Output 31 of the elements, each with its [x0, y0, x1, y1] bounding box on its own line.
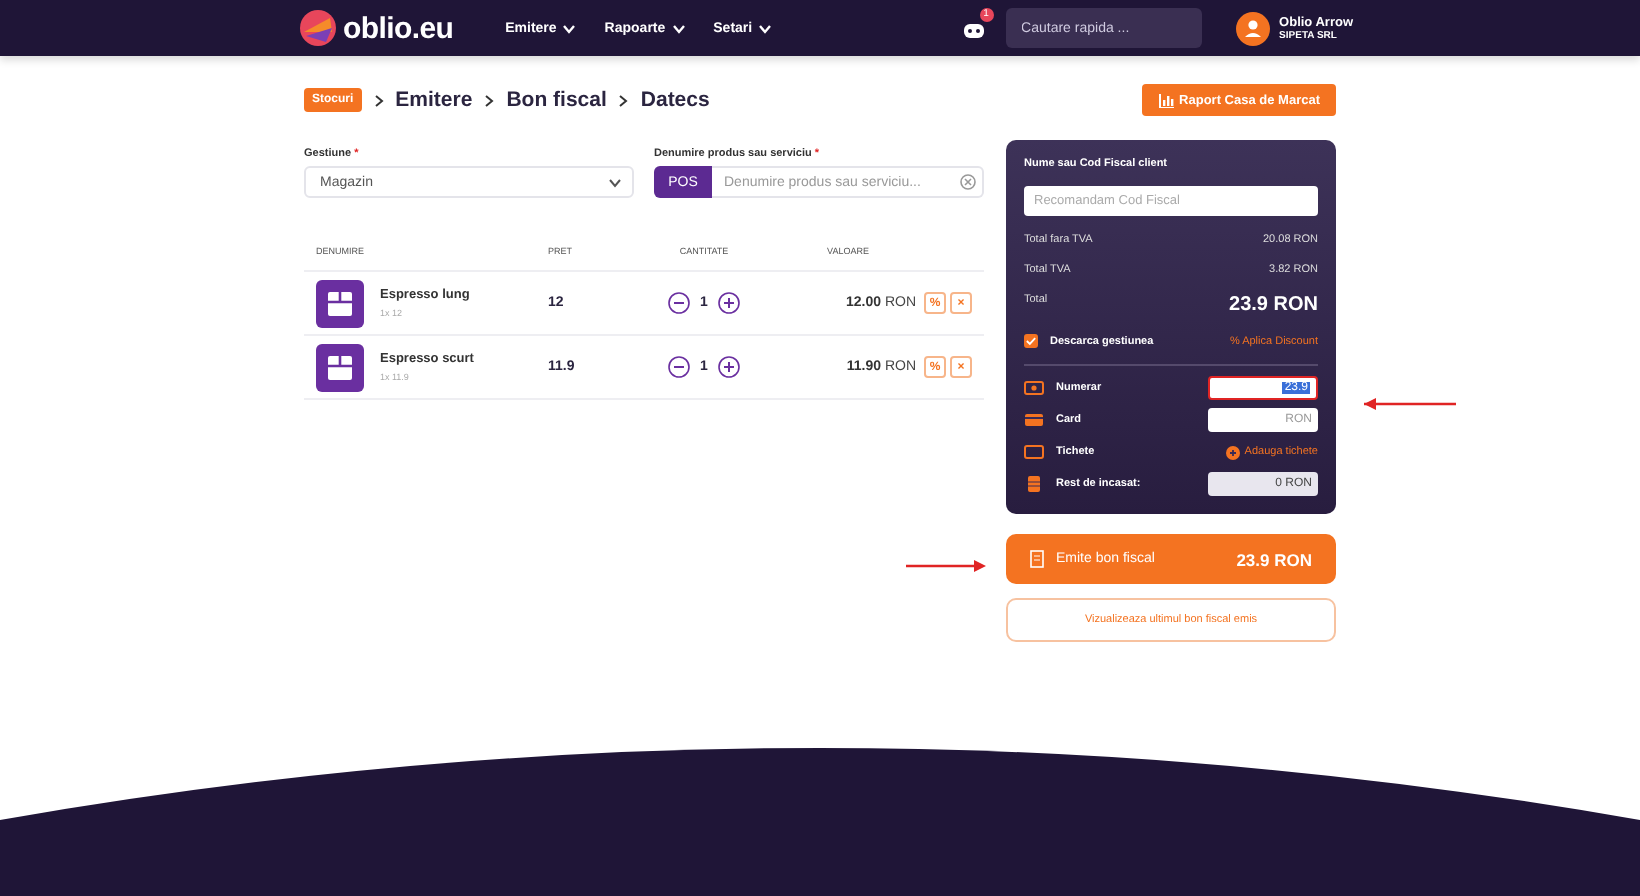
minus-icon: [668, 292, 691, 314]
coins-icon: [1024, 476, 1044, 492]
receipt-icon: [1030, 550, 1044, 568]
breadcrumb-item[interactable]: Emitere: [395, 88, 473, 112]
chevron-right-icon: [373, 93, 384, 107]
plus-icon: [717, 356, 740, 378]
chevron-right-icon: [484, 93, 495, 107]
chevron-down-icon: [671, 23, 686, 33]
breadcrumb-item[interactable]: Datecs: [640, 88, 710, 112]
bar-chart-icon: [1157, 93, 1174, 107]
minus-icon: [668, 356, 691, 378]
plus-circle-icon: [1226, 445, 1241, 459]
logo-icon: [297, 8, 337, 48]
chevron-down-icon: [608, 177, 622, 187]
chevron-down-icon: [562, 23, 577, 33]
total-value: 23.9 RON: [1229, 294, 1318, 316]
arrow: [906, 558, 986, 574]
avatar-icon: [1235, 11, 1270, 45]
cash-icon: [1024, 380, 1044, 396]
breadcrumb-item[interactable]: Bon fiscal: [506, 88, 607, 112]
check-icon: [1026, 336, 1036, 346]
clear-icon: [960, 174, 976, 190]
plus-icon: [717, 292, 740, 314]
checkbox[interactable]: [1024, 334, 1038, 348]
ticket-icon: [1024, 444, 1044, 460]
card-icon: [1024, 412, 1044, 428]
box-icon: [316, 343, 364, 391]
chevron-right-icon: [618, 93, 629, 107]
chevron-down-icon: [758, 23, 773, 33]
logo-text[interactable]: oblio.eu: [343, 11, 454, 45]
box-icon: [316, 279, 364, 327]
